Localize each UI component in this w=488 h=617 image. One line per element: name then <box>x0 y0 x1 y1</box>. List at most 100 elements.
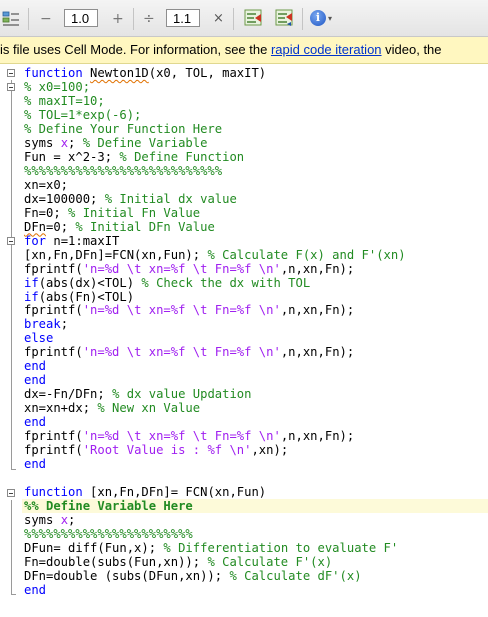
cell-mode-icon[interactable] <box>2 10 20 28</box>
code-line[interactable]: DFn=0; % Initial DFn Value <box>24 220 406 234</box>
code-token: %%%%%%%%%%%%%%%%%%%%%%% <box>24 526 193 541</box>
increment-button[interactable]: + <box>112 11 124 27</box>
code-line[interactable]: function Newton1D(x0, TOL, maxIT) <box>24 66 406 80</box>
code-line[interactable]: for n=1:maxIT <box>24 234 406 248</box>
code-line[interactable]: fprintf('n=%d \t xn=%f \t Fn=%f \n',n,xn… <box>24 345 406 359</box>
code-line[interactable]: dx=100000; % Initial dx value <box>24 192 406 206</box>
code-token: break <box>24 317 61 332</box>
code-line[interactable]: syms x; % Define Variable <box>24 136 406 150</box>
code-token: Newton1D <box>90 66 149 80</box>
code-token: ,n,xn,Fn); <box>280 345 355 360</box>
code-line[interactable]: end <box>24 359 406 373</box>
code-line[interactable]: function [xn,Fn,DFn]= FCN(xn,Fun) <box>24 485 406 499</box>
code-token: function <box>24 66 91 80</box>
code-token: [xn,Fn,DFn]= FCN(xn,Fun) <box>90 485 267 500</box>
decrement-button[interactable]: − <box>40 11 52 27</box>
code-token: ,n,xn,Fn); <box>280 303 355 318</box>
code-token: % Check the dx with TOL <box>141 275 311 290</box>
code-line[interactable]: % Define Your Function Here <box>24 122 406 136</box>
code-token: 'n=%d \t xn=%f \t Fn=%f \n' <box>82 303 281 318</box>
code-token: Fn=double(subs(Fun,xn)); <box>24 554 208 569</box>
fold-toggle-icon[interactable] <box>7 489 15 497</box>
fold-toggle-icon[interactable] <box>7 69 15 77</box>
code-line[interactable]: DFun= diff(Fun,x); % Differentiation to … <box>24 541 406 555</box>
code-token: 'Root Value is : %f \n' <box>82 443 252 458</box>
code-line[interactable]: Fun = x^2-3; % Define Function <box>24 150 406 164</box>
code-token: else <box>24 331 54 346</box>
divide-button[interactable]: ÷ <box>143 11 155 27</box>
code-line[interactable]: break; <box>24 317 406 331</box>
code-token: (x0, TOL, maxIT) <box>148 66 267 80</box>
code-line[interactable]: fprintf('Root Value is : %f \n',xn); <box>24 443 406 457</box>
code-token: end <box>24 415 47 430</box>
code-line[interactable]: xn=x0; <box>24 178 406 192</box>
code-token: Fun = x^2-3; <box>24 149 120 164</box>
evaluate-cell-icon[interactable] <box>244 9 264 27</box>
code-line[interactable]: Fn=double(subs(Fun,xn)); % Calculate F'(… <box>24 555 406 569</box>
code-line[interactable]: fprintf('n=%d \t xn=%f \t Fn=%f \n',n,xn… <box>24 429 406 443</box>
code-editor[interactable]: function Newton1D(x0, TOL, maxIT)% x0=10… <box>0 64 488 617</box>
code-line[interactable]: fprintf('n=%d \t xn=%f \t Fn=%f \n',n,xn… <box>24 303 406 317</box>
code-line[interactable] <box>24 471 406 485</box>
code-token: % x0=100; <box>24 79 91 94</box>
code-token: %% Define Variable Here <box>24 499 193 514</box>
fold-gutter <box>0 64 22 617</box>
code-line[interactable]: xn=xn+dx; % New xn Value <box>24 401 406 415</box>
code-line[interactable]: DFn=double (subs(DFun,xn)); % Calculate … <box>24 569 406 583</box>
code-token: x <box>60 135 69 150</box>
toolbar-separator <box>302 8 303 30</box>
code-token: % Initial Fn Value <box>68 205 201 220</box>
code-token: syms <box>24 135 61 150</box>
evaluate-cell-advance-icon[interactable] <box>275 9 295 27</box>
cell-mode-info-bar: is file uses Cell Mode. For information,… <box>0 37 488 64</box>
code-line[interactable]: dx=-Fn/DFn; % dx value Updation <box>24 387 406 401</box>
code-token: end <box>24 582 47 597</box>
code-token: % Calculate dF'(x) <box>229 568 362 583</box>
code-line[interactable]: end <box>24 583 406 597</box>
code-token: % Define Your Function Here <box>24 121 223 136</box>
code-token: if <box>24 289 39 304</box>
code-token: for <box>24 233 54 248</box>
code-token: % Define Variable <box>75 135 208 150</box>
code-line[interactable]: if(abs(dx)<TOL) % Check the dx with TOL <box>24 276 406 290</box>
code-token: xn=xn+dx; <box>24 401 98 416</box>
code-line[interactable]: if(abs(Fn)<TOL) <box>24 290 406 304</box>
info-icon[interactable]: i <box>310 10 326 26</box>
step-value-field[interactable]: 1.0 <box>64 9 98 27</box>
code-line[interactable]: end <box>24 373 406 387</box>
code-token: [xn,Fn,DFn]=FCN(xn,Fun); <box>24 247 208 262</box>
code-token: % Initial DFn Value <box>75 219 215 234</box>
code-line[interactable]: %% Define Variable Here <box>24 499 406 513</box>
info-dropdown-icon[interactable]: ▾ <box>328 14 332 23</box>
code-line[interactable]: syms x; <box>24 513 406 527</box>
toolbar-separator <box>28 8 29 30</box>
toolbar-separator <box>133 8 134 30</box>
code-line[interactable]: [xn,Fn,DFn]=FCN(xn,Fun); % Calculate F(x… <box>24 248 406 262</box>
code-token: % Initial dx value <box>104 191 237 206</box>
fold-toggle-icon[interactable] <box>7 237 15 245</box>
scale-value-field[interactable]: 1.1 <box>166 9 200 27</box>
code-token: % Define Function <box>119 149 245 164</box>
code-line[interactable]: % maxIT=10; <box>24 94 406 108</box>
fold-toggle-icon[interactable] <box>7 83 15 91</box>
code-line[interactable]: Fn=0; % Initial Fn Value <box>24 206 406 220</box>
code-token: 'n=%d \t xn=%f \t Fn=%f \n' <box>82 261 281 276</box>
code-token: % Calculate F(x) and F'(xn) <box>207 247 406 262</box>
rapid-code-iteration-link[interactable]: rapid code iteration <box>271 42 382 57</box>
code-token: 'n=%d \t xn=%f \t Fn=%f \n' <box>82 345 281 360</box>
code-token: % maxIT=10; <box>24 93 105 108</box>
code-line[interactable]: end <box>24 457 406 471</box>
code-token: x <box>60 513 69 527</box>
code-line[interactable]: end <box>24 415 406 429</box>
info-text-after: video, the <box>381 42 442 57</box>
code-line[interactable]: fprintf('n=%d \t xn=%f \t Fn=%f \n',n,xn… <box>24 262 406 276</box>
code-token: DFn=double (subs(DFun,xn)); <box>24 568 230 583</box>
code-line[interactable]: %%%%%%%%%%%%%%%%%%%%%%%%%%% <box>24 164 406 178</box>
multiply-button[interactable]: × <box>213 11 224 27</box>
code-line[interactable]: %%%%%%%%%%%%%%%%%%%%%%% <box>24 527 406 541</box>
code-token: if <box>24 275 39 290</box>
code-line[interactable]: % x0=100; <box>24 80 406 94</box>
code-line[interactable]: % TOL=1*exp(-6); <box>24 108 406 122</box>
code-line[interactable]: else <box>24 331 406 345</box>
code-token: % TOL=1*exp(-6); <box>24 107 142 122</box>
